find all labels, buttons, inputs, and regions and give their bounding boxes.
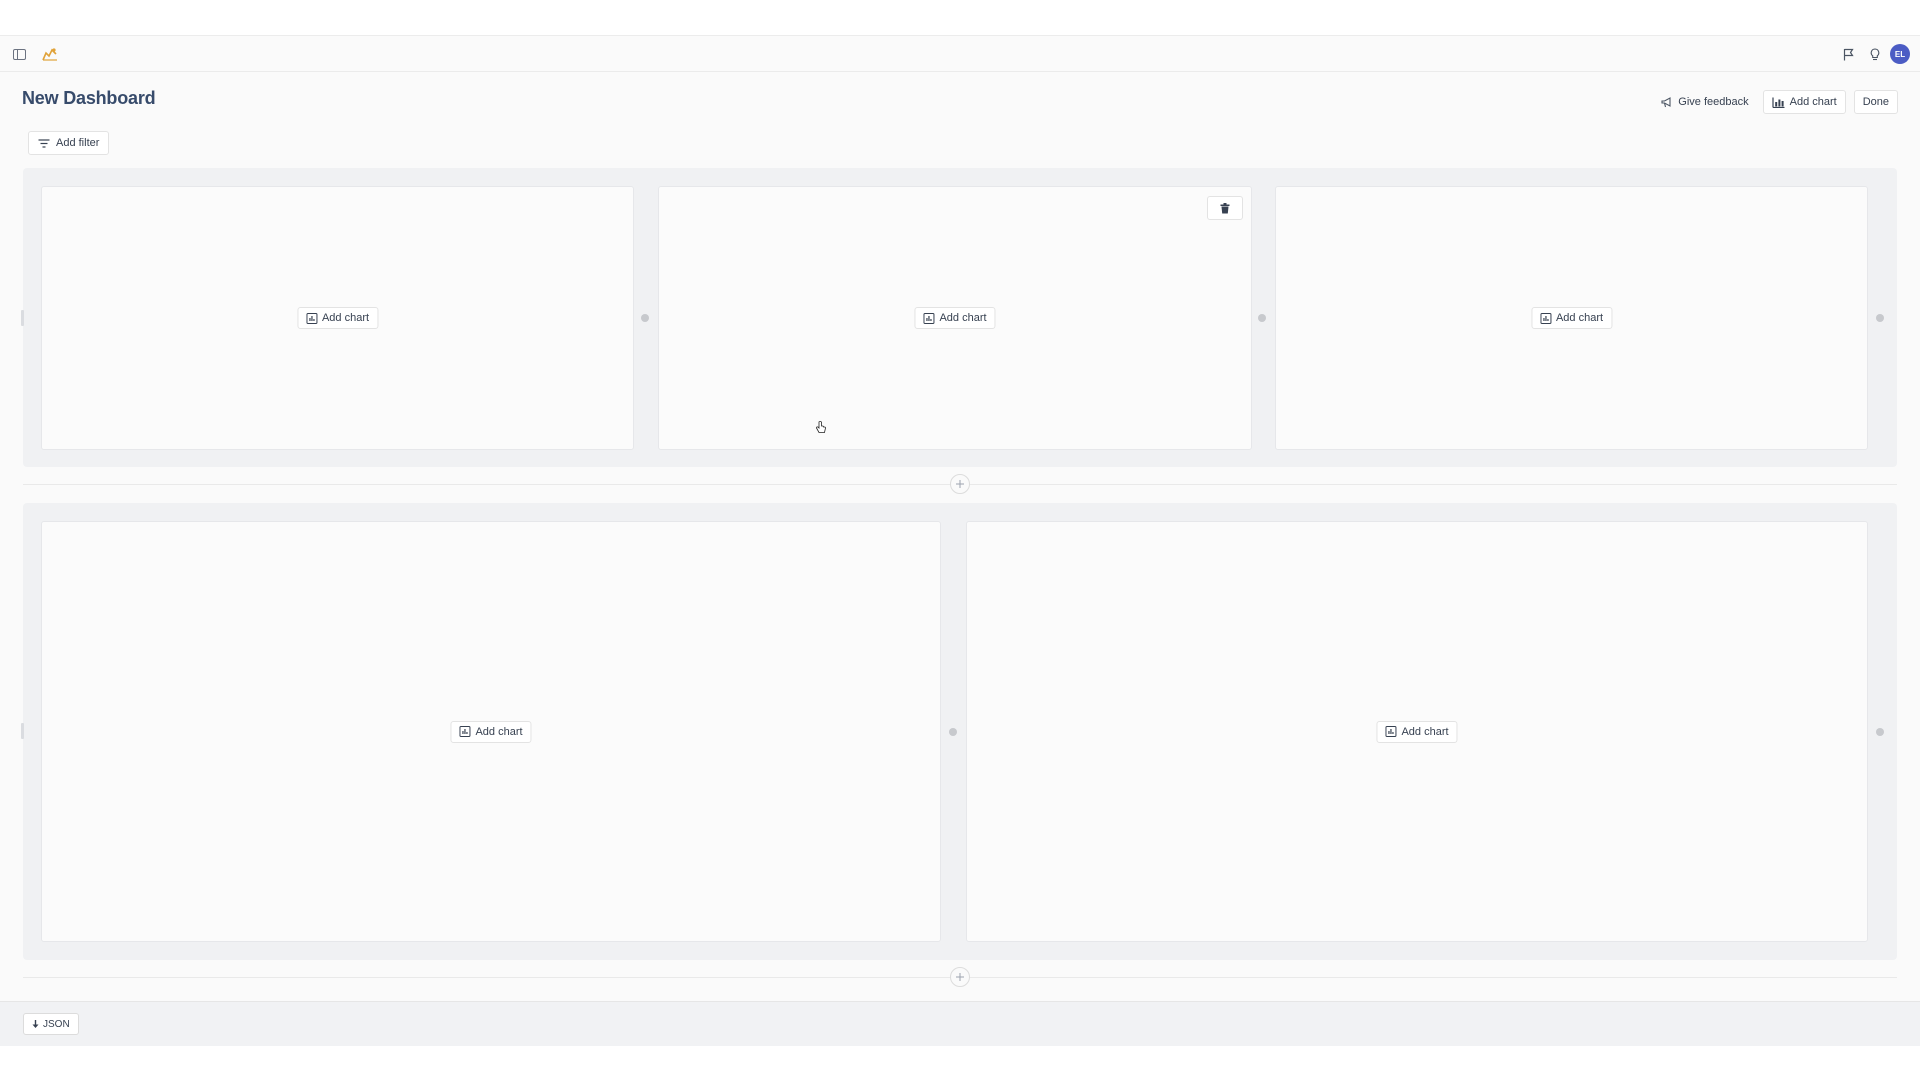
chart-tile-2: Add chart: [658, 186, 1252, 450]
column-resize-handle[interactable]: [1258, 314, 1266, 322]
filter-icon: [38, 138, 50, 148]
done-label: Done: [1862, 96, 1889, 108]
bar-chart-icon: [305, 312, 317, 324]
lightbulb-icon[interactable]: [1865, 44, 1885, 64]
add-chart-label: Add chart: [321, 312, 370, 324]
header-actions: Give feedback Add chart Done: [1655, 90, 1898, 114]
add-chart-label: Add chart: [1555, 312, 1604, 324]
add-filter-button[interactable]: Add filter: [28, 131, 110, 155]
download-icon: [32, 1019, 39, 1028]
add-row-divider: [23, 967, 1897, 987]
chart-tile-3: Add chart: [1275, 186, 1868, 450]
add-chart-button[interactable]: Add chart: [1376, 720, 1458, 743]
add-chart-label: Add chart: [475, 725, 523, 738]
add-row-divider: [23, 474, 1897, 494]
bar-chart-icon: [1385, 726, 1397, 737]
plus-icon: [956, 973, 964, 981]
add-chart-header-label: Add chart: [1789, 96, 1837, 108]
chart-tile-5: Add chart: [966, 521, 1868, 942]
give-feedback-button[interactable]: Give feedback: [1655, 90, 1754, 114]
download-json-button[interactable]: JSON: [23, 1013, 79, 1035]
dashboard-row-2: Add chart Add chart: [21, 503, 1897, 960]
trash-icon: [1220, 202, 1230, 213]
column-resize-handle[interactable]: [1876, 728, 1884, 736]
add-chart-button[interactable]: Add chart: [914, 307, 996, 329]
user-avatar[interactable]: EL: [1890, 44, 1910, 64]
row-2-resize-handle[interactable]: [21, 723, 24, 739]
app-window: EL New Dashboard Give feedback Add chart…: [0, 35, 1920, 1046]
avatar-initials: EL: [1894, 49, 1906, 59]
json-label: JSON: [43, 1018, 70, 1030]
bar-chart-icon: [1539, 312, 1551, 324]
megaphone-icon: [1661, 96, 1671, 107]
sidebar-toggle-icon[interactable]: [9, 44, 29, 64]
flag-icon[interactable]: [1838, 44, 1858, 64]
dashboard-row-1: Add chart Add chart Add chart: [21, 168, 1897, 467]
add-chart-button[interactable]: Add chart: [1530, 307, 1613, 329]
add-row-button[interactable]: [950, 474, 970, 494]
add-chart-label: Add chart: [939, 312, 987, 324]
top-bar: EL: [0, 36, 1920, 72]
chart-tile-1: Add chart: [41, 186, 634, 450]
add-filter-label: Add filter: [56, 137, 100, 149]
page-title[interactable]: New Dashboard: [22, 88, 156, 109]
done-button[interactable]: Done: [1853, 90, 1898, 114]
add-row-button[interactable]: [950, 967, 970, 987]
add-chart-button[interactable]: Add chart: [450, 720, 532, 743]
column-resize-handle[interactable]: [1876, 314, 1884, 322]
delete-tile-button[interactable]: [1207, 196, 1243, 220]
bar-chart-icon: [1772, 97, 1785, 108]
plus-icon: [956, 480, 964, 488]
mouse-cursor-icon: [815, 421, 827, 440]
hog-logo-icon[interactable]: [40, 44, 60, 64]
chart-tile-4: Add chart: [41, 521, 941, 942]
column-resize-handle[interactable]: [641, 314, 649, 322]
add-chart-label: Add chart: [1401, 725, 1449, 738]
row-1-resize-handle[interactable]: [21, 310, 24, 326]
add-chart-button[interactable]: Add chart: [296, 307, 379, 329]
add-chart-header-button[interactable]: Add chart: [1762, 90, 1846, 114]
column-resize-handle[interactable]: [949, 728, 957, 736]
footer-bar: JSON: [0, 1001, 1920, 1046]
give-feedback-label: Give feedback: [1678, 96, 1749, 108]
bar-chart-icon: [459, 726, 471, 737]
bar-chart-icon: [923, 312, 935, 324]
